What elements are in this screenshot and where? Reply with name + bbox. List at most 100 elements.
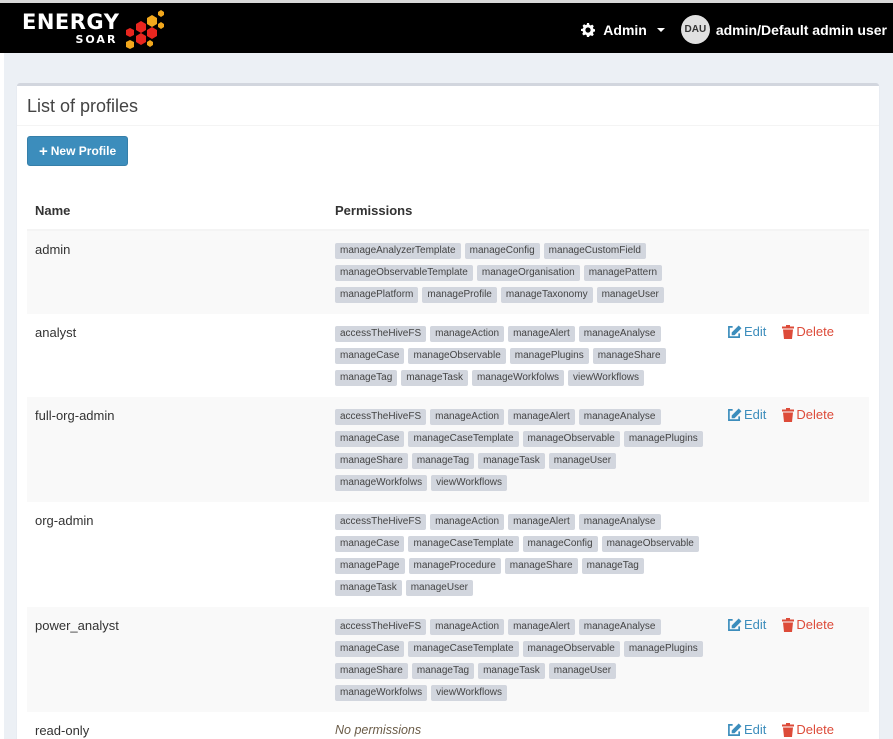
table-row: admin manageAnalyzerTemplate manageConfig m…	[27, 230, 869, 314]
brand-subname: SOAR	[75, 33, 118, 46]
edit-icon	[728, 617, 742, 631]
profile-name: org-admin	[35, 513, 94, 528]
permission-tag: managePlugins	[623, 641, 703, 657]
permission-tag: viewWorkflows	[431, 685, 508, 701]
actions-cell: Edit Delete	[719, 712, 869, 739]
edit-button[interactable]: Edit	[727, 617, 766, 632]
permission-tag: managePlugins	[623, 431, 703, 447]
panel-header: List of profiles	[17, 86, 879, 126]
permission-tag: manageTaxonomy	[500, 287, 593, 303]
profile-name: read-only	[35, 723, 90, 738]
table-row: full-org-admin accessTheHiveFS manageActio…	[27, 397, 869, 502]
permission-tag: manageObservableTemplate	[335, 265, 473, 281]
permission-tag: manageAction	[430, 619, 505, 635]
permission-tag: manageAnalyse	[578, 409, 661, 425]
delete-label: Delete	[796, 722, 834, 737]
permissions-cell: No permissions	[327, 712, 719, 739]
delete-button[interactable]: Delete	[782, 407, 834, 422]
user-name: admin/Default admin user	[715, 21, 887, 38]
delete-button[interactable]: Delete	[782, 324, 834, 339]
permission-tag: managePlugins	[509, 348, 589, 364]
edit-icon	[728, 722, 742, 736]
brand-name: ENERGY	[22, 10, 120, 34]
edit-button[interactable]: Edit	[727, 722, 766, 737]
permission-tag: manageAnalyse	[578, 619, 661, 635]
delete-label: Delete	[796, 617, 834, 632]
permission-tag: manageWorkfolws	[335, 685, 428, 701]
chevron-down-icon	[656, 27, 665, 32]
permission-tag: managePlatform	[335, 287, 419, 303]
permission-tag: manageAlert	[508, 514, 575, 530]
actions-cell: Edit Delete	[719, 314, 869, 397]
table-row: org-admin accessTheHiveFS manageAction mana…	[27, 502, 869, 607]
permission-tag: manageCase	[335, 641, 405, 657]
permission-tag: manageUser	[405, 580, 473, 596]
edit-label: Edit	[744, 407, 767, 422]
permission-tag: manageUser	[548, 453, 617, 469]
page-title: List of profiles	[27, 96, 139, 116]
profile-name: full-org-admin	[35, 408, 115, 423]
permission-tag: manageAlert	[508, 619, 575, 635]
permission-tag: manageCase	[335, 348, 405, 364]
permission-tag: accessTheHiveFS	[335, 326, 427, 342]
permission-tag: manageTag	[411, 453, 475, 469]
brand-text: ENERGY SOAR	[22, 11, 119, 46]
permission-tag: manageAction	[430, 409, 505, 425]
permission-tag: accessTheHiveFS	[335, 619, 427, 635]
table-row: power_analyst accessTheHiveFS manageAction…	[27, 607, 869, 712]
actions-cell	[719, 502, 869, 607]
edit-label: Edit	[744, 324, 767, 339]
permission-tag: viewWorkflows	[431, 475, 508, 491]
profiles-table-body: admin manageAnalyzerTemplate manageConfig m…	[27, 230, 869, 739]
permissions-cell: accessTheHiveFS manageAction manageAlert ma…	[327, 607, 719, 712]
permission-tag: manageTask	[335, 580, 402, 596]
permission-tag: manageAnalyzerTemplate	[335, 243, 461, 259]
permission-tag: manageOrganisation	[476, 265, 580, 281]
edit-button[interactable]: Edit	[727, 407, 766, 422]
permission-tag: manageCase	[335, 536, 405, 552]
permission-tag: manageObservable	[601, 536, 699, 552]
column-header-name: Name	[27, 192, 327, 231]
delete-button[interactable]: Delete	[782, 617, 834, 632]
brand-logo[interactable]: ENERGY SOAR	[22, 10, 166, 51]
column-header-permissions: Permissions	[327, 192, 719, 231]
permission-tag: manageShare	[504, 558, 578, 574]
permission-tag: manageAnalyse	[578, 326, 661, 342]
permission-tag: manageObservable	[408, 348, 506, 364]
trash-icon	[782, 722, 795, 737]
trash-icon	[782, 407, 795, 422]
permission-tag: manageCaseTemplate	[408, 431, 519, 447]
edit-label: Edit	[744, 722, 767, 737]
permission-tag: manageAlert	[508, 409, 575, 425]
permission-tag: manageShare	[335, 453, 408, 469]
permissions-cell: accessTheHiveFS manageAction manageAlert ma…	[327, 502, 719, 607]
permission-tag: manageProfile	[422, 287, 497, 303]
permission-tag: manageConfig	[464, 243, 540, 259]
admin-menu-toggle[interactable]: Admin	[581, 22, 665, 38]
permission-tag: manageCaseTemplate	[408, 536, 519, 552]
permission-tag: manageCase	[335, 431, 405, 447]
permission-tag: manageTag	[581, 558, 644, 574]
top-navbar: ENERGY SOAR Admin DAU admin/Default admi…	[0, 0, 893, 53]
column-header-actions	[719, 192, 869, 231]
edit-icon	[728, 407, 742, 421]
new-profile-button[interactable]: + New Profile	[27, 136, 129, 166]
permission-tag: manageShare	[592, 348, 666, 364]
navbar-right: Admin DAU admin/Default admin user	[581, 6, 887, 53]
permission-tag: manageWorkfolws	[335, 475, 428, 491]
permission-tag: manageTask	[478, 663, 545, 679]
plus-icon: +	[39, 142, 48, 160]
user-menu[interactable]: DAU admin/Default admin user	[680, 15, 887, 44]
permission-tag: manageWorkfolws	[471, 370, 565, 386]
profiles-panel: List of profiles + New Profile Name Perm…	[17, 83, 879, 739]
profile-name: admin	[35, 242, 71, 257]
edit-button[interactable]: Edit	[727, 324, 766, 339]
permission-tag: manageConfig	[522, 536, 598, 552]
gear-icon	[581, 22, 596, 37]
profile-name: power_analyst	[35, 618, 119, 633]
permission-tag: manageCustomField	[543, 243, 646, 259]
delete-button[interactable]: Delete	[782, 722, 834, 737]
new-profile-label: New Profile	[50, 144, 117, 158]
permissions-cell: manageAnalyzerTemplate manageConfig manage…	[327, 230, 719, 314]
permission-tag: manageUser	[596, 287, 664, 303]
